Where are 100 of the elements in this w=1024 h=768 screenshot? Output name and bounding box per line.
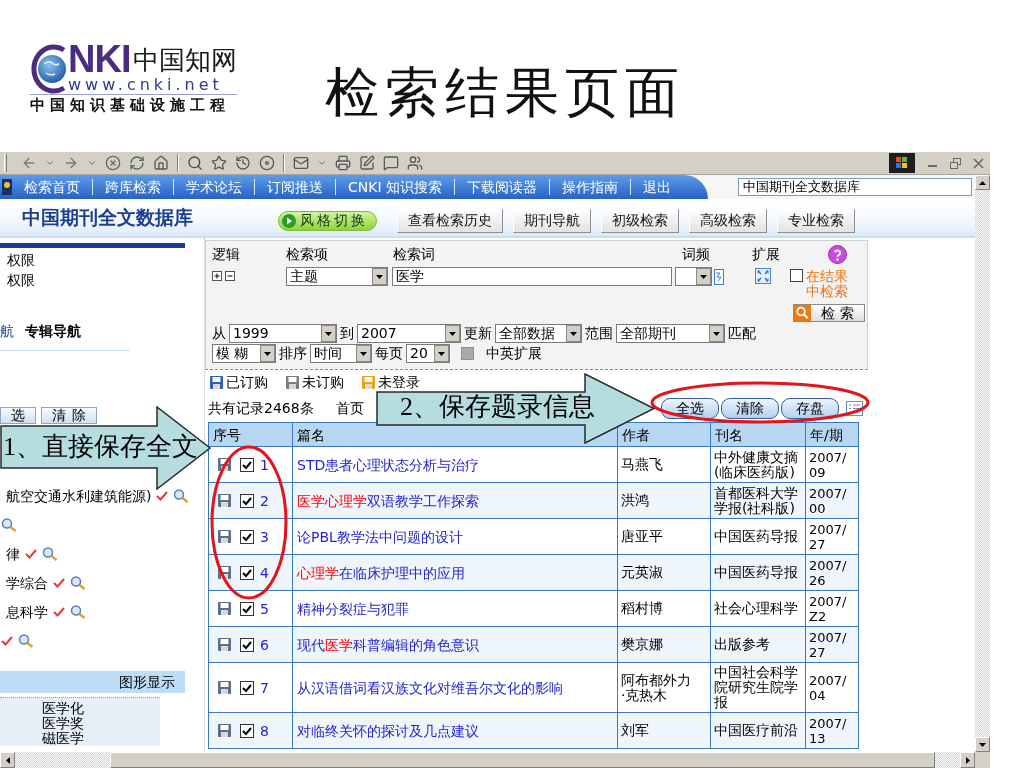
- checkbox[interactable]: [240, 493, 254, 508]
- search-icon[interactable]: [18, 633, 34, 648]
- help-icon[interactable]: [828, 245, 847, 264]
- table-cell: 中国医药导报: [710, 554, 806, 591]
- graph-display-header[interactable]: 图形显示: [0, 671, 185, 693]
- frequency-dropdown[interactable]: [675, 267, 712, 286]
- checkbox[interactable]: [240, 680, 254, 695]
- search-mode-tab[interactable]: 期刊导航: [513, 209, 591, 233]
- search-icon[interactable]: [173, 488, 190, 503]
- refresh-icon[interactable]: [129, 155, 145, 171]
- star-icon[interactable]: [211, 155, 227, 171]
- row-number-link[interactable]: 2: [260, 492, 269, 509]
- option-dropdown[interactable]: 1999: [229, 324, 337, 343]
- search-field-dropdown[interactable]: 主题: [286, 267, 388, 286]
- home-icon[interactable]: [153, 155, 169, 171]
- search-button[interactable]: 检 索: [793, 304, 865, 322]
- caret-down-icon[interactable]: [87, 158, 97, 168]
- option-dropdown[interactable]: 模 糊: [212, 344, 276, 363]
- disc-icon[interactable]: [259, 155, 275, 171]
- search-term-field[interactable]: 医学: [392, 267, 672, 286]
- caret-down-icon: [260, 345, 275, 362]
- forward-arrow-icon[interactable]: [63, 155, 79, 171]
- expand-icon[interactable]: [755, 268, 771, 284]
- nav-link[interactable]: 操作指南: [549, 179, 630, 195]
- nav-link[interactable]: 下载阅读器: [454, 179, 549, 195]
- back-arrow-icon[interactable]: [21, 155, 37, 171]
- edit-icon[interactable]: [359, 155, 375, 171]
- category-label[interactable]: 学综合: [6, 573, 48, 592]
- flag-icon[interactable]: [889, 153, 915, 173]
- row-number-link[interactable]: 8: [260, 722, 269, 739]
- sidebar-button[interactable]: 清除: [41, 407, 97, 424]
- sidebar-button[interactable]: 选: [0, 407, 36, 424]
- search-mode-tab[interactable]: 高级检索: [689, 209, 767, 233]
- checkbox[interactable]: [240, 457, 254, 472]
- option-dropdown[interactable]: 2007: [357, 324, 461, 343]
- search-icon[interactable]: [70, 604, 86, 619]
- search-icon[interactable]: [70, 575, 86, 590]
- nav-link[interactable]: 检索首页: [12, 179, 92, 195]
- stop-icon[interactable]: [105, 155, 121, 171]
- mail-icon[interactable]: [293, 155, 309, 171]
- table-cell: 中国医疗前沿: [710, 712, 806, 749]
- row-number-link[interactable]: 5: [260, 600, 269, 617]
- history-icon[interactable]: [235, 155, 251, 171]
- option-dropdown[interactable]: 20: [406, 344, 450, 363]
- nav-link[interactable]: 退出: [630, 179, 683, 195]
- pager-link[interactable]: 首页: [335, 399, 364, 417]
- caret-down-icon[interactable]: [45, 158, 55, 168]
- search-mode-tab[interactable]: 初级检索: [601, 209, 679, 233]
- row-number-link[interactable]: 7: [260, 679, 269, 696]
- category-label[interactable]: 航空交通水利建筑能源): [6, 486, 152, 505]
- option-dropdown[interactable]: 全部期刊: [616, 324, 725, 343]
- search-icon[interactable]: [187, 155, 203, 171]
- database-field[interactable]: 中国期刊全文数据库: [738, 178, 972, 196]
- search-icon[interactable]: [1, 517, 17, 532]
- callout-text: 2、保存题录信息: [400, 392, 595, 422]
- scroll-left-button[interactable]: [0, 752, 15, 768]
- category-label[interactable]: 律: [6, 544, 20, 563]
- nav-link[interactable]: 跨库检索: [92, 179, 173, 195]
- minus-icon[interactable]: [225, 271, 235, 281]
- checkbox[interactable]: [240, 637, 254, 652]
- checkbox[interactable]: [240, 565, 254, 580]
- option-dropdown[interactable]: 时间: [310, 344, 372, 363]
- site-logo-icon[interactable]: [2, 179, 12, 195]
- nav-link[interactable]: CNKI 知识搜索: [335, 179, 454, 195]
- bracket-icon[interactable]: [714, 268, 724, 285]
- restore-icon[interactable]: [950, 157, 961, 169]
- checkbox[interactable]: [240, 601, 254, 616]
- option-label: 每页: [375, 345, 403, 362]
- plus-icon[interactable]: [212, 271, 222, 281]
- checkbox[interactable]: [240, 723, 254, 738]
- search-icon[interactable]: [42, 546, 58, 561]
- row-number-link[interactable]: 6: [260, 636, 269, 653]
- scroll-right-button[interactable]: [960, 752, 975, 768]
- search-mode-tab[interactable]: 专业检索: [777, 209, 855, 233]
- close-icon[interactable]: [973, 157, 984, 169]
- sidebar-tab[interactable]: 航: [0, 321, 14, 341]
- row-number-link[interactable]: 3: [260, 528, 269, 545]
- search-mode-tab[interactable]: 查看检索历史: [397, 209, 503, 233]
- checkbox[interactable]: [790, 269, 803, 282]
- style-switch-button[interactable]: 风格切换: [278, 211, 377, 231]
- users-icon[interactable]: [407, 155, 423, 171]
- row-number-link[interactable]: 1: [260, 456, 269, 473]
- sidebar-tab[interactable]: 专辑导航: [25, 321, 81, 341]
- article-title-link[interactable]: 精神分裂症与犯罪: [297, 600, 409, 617]
- caret-down-icon[interactable]: [317, 158, 327, 168]
- action-button[interactable]: 存盘: [781, 397, 839, 419]
- printer-icon[interactable]: [335, 155, 351, 171]
- legend-label: 未登录: [378, 374, 420, 390]
- scroll-up-button[interactable]: [975, 175, 990, 190]
- row-number-link[interactable]: 4: [260, 564, 269, 581]
- nav-link[interactable]: 订阅推送: [254, 179, 335, 195]
- option-dropdown[interactable]: 全部数据: [495, 324, 582, 343]
- action-button[interactable]: 全选: [661, 397, 719, 419]
- chat-icon[interactable]: [383, 155, 399, 171]
- field-label: 扩展: [751, 245, 781, 264]
- nav-link[interactable]: 学术论坛: [173, 179, 254, 195]
- action-button[interactable]: 清除: [721, 397, 779, 419]
- checkbox[interactable]: [240, 529, 254, 544]
- category-label[interactable]: 息科学: [6, 602, 48, 621]
- scroll-down-button[interactable]: [975, 737, 990, 752]
